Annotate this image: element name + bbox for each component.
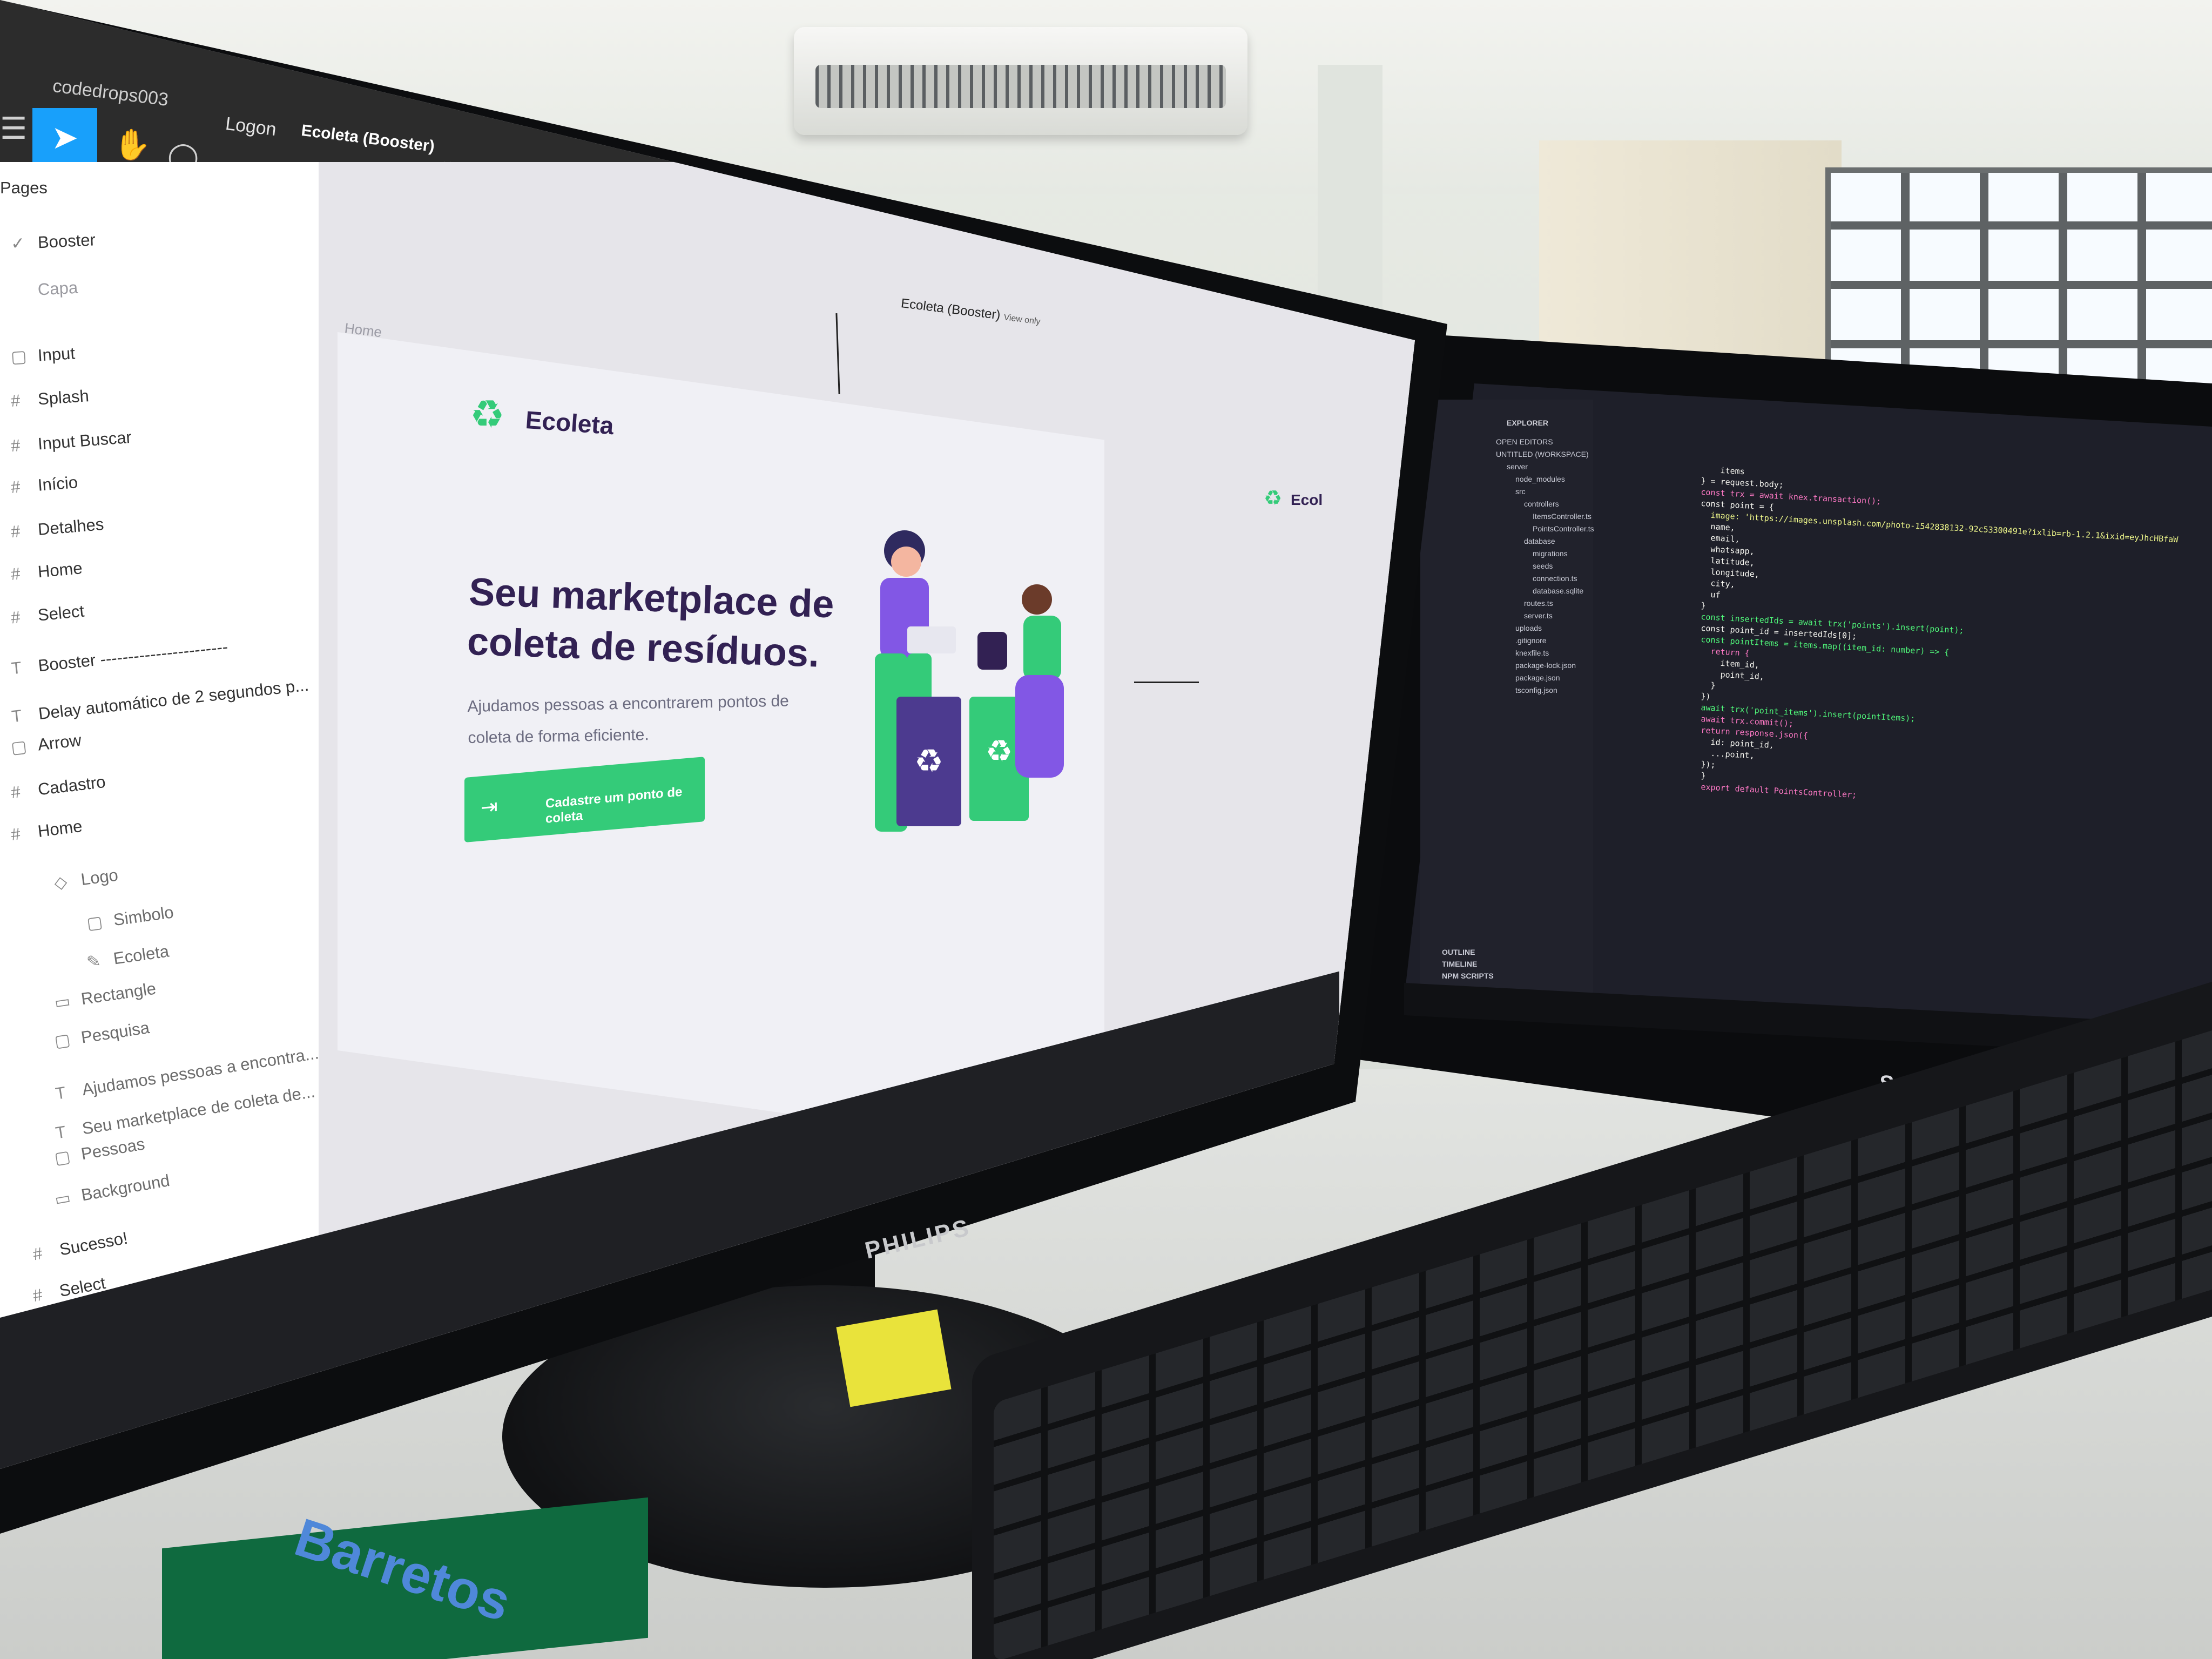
explorer-item[interactable]: node_modules [1515,475,1565,483]
layer-icon: ▢ [10,346,28,367]
explorer-item[interactable]: OPEN EDITORS [1496,437,1553,446]
explorer-item[interactable]: ItemsController.ts [1533,512,1591,521]
page-item[interactable]: Capa [10,278,78,301]
text-icon: T [54,1083,68,1103]
layer-label: Início [37,473,79,495]
register-point-label: Cadastre um ponto de coleta [545,784,683,826]
layer-icon: ▢ [85,912,104,933]
layer-icon: ▢ [10,737,28,758]
explorer-item[interactable]: server.ts [1524,611,1553,620]
hash-icon: # [10,521,21,542]
code-line[interactable]: city, [1701,578,1735,589]
office-scene: SAMSUNG EXPLORER ☰ codedrops003 ➤ ✋ ◯ Lo… [0,0,2212,1659]
code-line[interactable]: email, [1701,532,1740,544]
hero-subtitle: Ajudamos pessoas a encontrarem pontos de… [467,692,790,747]
explorer-item[interactable]: database.sqlite [1533,586,1583,595]
air-conditioner [794,27,1247,135]
enter-icon: ⇥ [481,795,498,820]
hand-icon[interactable]: ✋ [113,127,151,163]
explorer-item[interactable]: src [1515,487,1526,496]
layer-label: Home [37,558,83,582]
text-icon: T [10,706,23,726]
code-line[interactable]: }); [1701,759,1716,770]
prototype-arrow [1134,682,1199,683]
hash-icon: # [10,564,21,584]
explorer-item[interactable]: uploads [1515,624,1542,632]
code-line[interactable]: } [1701,771,1706,780]
pages-header[interactable]: Pages [0,178,48,198]
code-line[interactable]: uf [1701,589,1721,600]
explorer-section[interactable]: TIMELINE [1442,960,1477,968]
layer-icon: ✎ [85,951,102,972]
cursor-icon[interactable]: ➤ [32,108,97,167]
hash-icon: # [10,607,22,628]
layer-icon [11,295,38,297]
explorer-title: EXPLORER [1507,419,1549,427]
mini-logo-text: Ecol [1291,491,1323,508]
hash-icon: # [10,782,22,802]
explorer-item[interactable]: package-lock.json [1515,661,1576,670]
explorer-section[interactable]: NPM SCRIPTS [1442,972,1494,980]
layer-label: Capa [37,278,78,299]
layer-icon: ✓ [10,233,25,253]
recycle-icon: ♻ [1264,487,1283,510]
text-icon: T [10,658,23,678]
explorer-item[interactable]: seeds [1533,562,1553,570]
layer-label: Booster [37,230,96,252]
explorer-item[interactable]: UNTITLED (WORKSPACE) [1496,450,1589,458]
ecoleta-logo-text: Ecoleta [524,405,615,440]
layer-item[interactable]: ▢ Input [10,343,76,367]
page-item[interactable]: ✓ Booster [10,230,96,253]
explorer-item[interactable]: package.json [1515,673,1560,682]
code-line[interactable]: }) [1701,691,1711,702]
explorer-item[interactable]: tsconfig.json [1515,686,1557,694]
hash-icon: # [10,390,21,410]
explorer-item[interactable]: PointsController.ts [1533,524,1594,533]
explorer-item[interactable]: server [1507,462,1528,471]
explorer-item[interactable]: migrations [1533,549,1568,558]
explorer-item[interactable]: controllers [1524,500,1559,508]
code-line[interactable]: name, [1701,521,1735,532]
layer-icon: ◇ [53,872,69,893]
hash-icon: # [10,435,21,456]
explorer-item[interactable]: connection.ts [1533,574,1577,583]
recycle-icon: ♻ [470,393,505,436]
layer-label: Logo [79,865,119,889]
explorer-item[interactable]: .gitignore [1515,636,1547,645]
hash-icon: # [10,477,21,497]
layer-icon: ▢ [53,1030,72,1051]
menu-icon[interactable]: ☰ [0,111,27,146]
code-line[interactable]: } [1701,601,1706,610]
people-recycling-illustration: ♻ ♻ [875,530,1064,832]
layer-label: Splash [37,386,90,409]
explorer-item[interactable]: knexfile.ts [1515,649,1549,657]
vscode-explorer [1420,400,1593,994]
explorer-item[interactable]: routes.ts [1524,599,1553,608]
code-line[interactable]: } [1701,680,1716,690]
recycle-icon: ♻ [914,743,943,780]
layer-label: Select [37,601,85,625]
recycle-icon: ♻ [986,734,1013,769]
layer-icon: ▭ [53,991,72,1013]
explorer-section[interactable]: OUTLINE [1442,948,1475,956]
layer-label: Input [37,343,76,365]
hash-icon: # [10,824,22,845]
explorer-item[interactable]: database [1524,537,1555,545]
